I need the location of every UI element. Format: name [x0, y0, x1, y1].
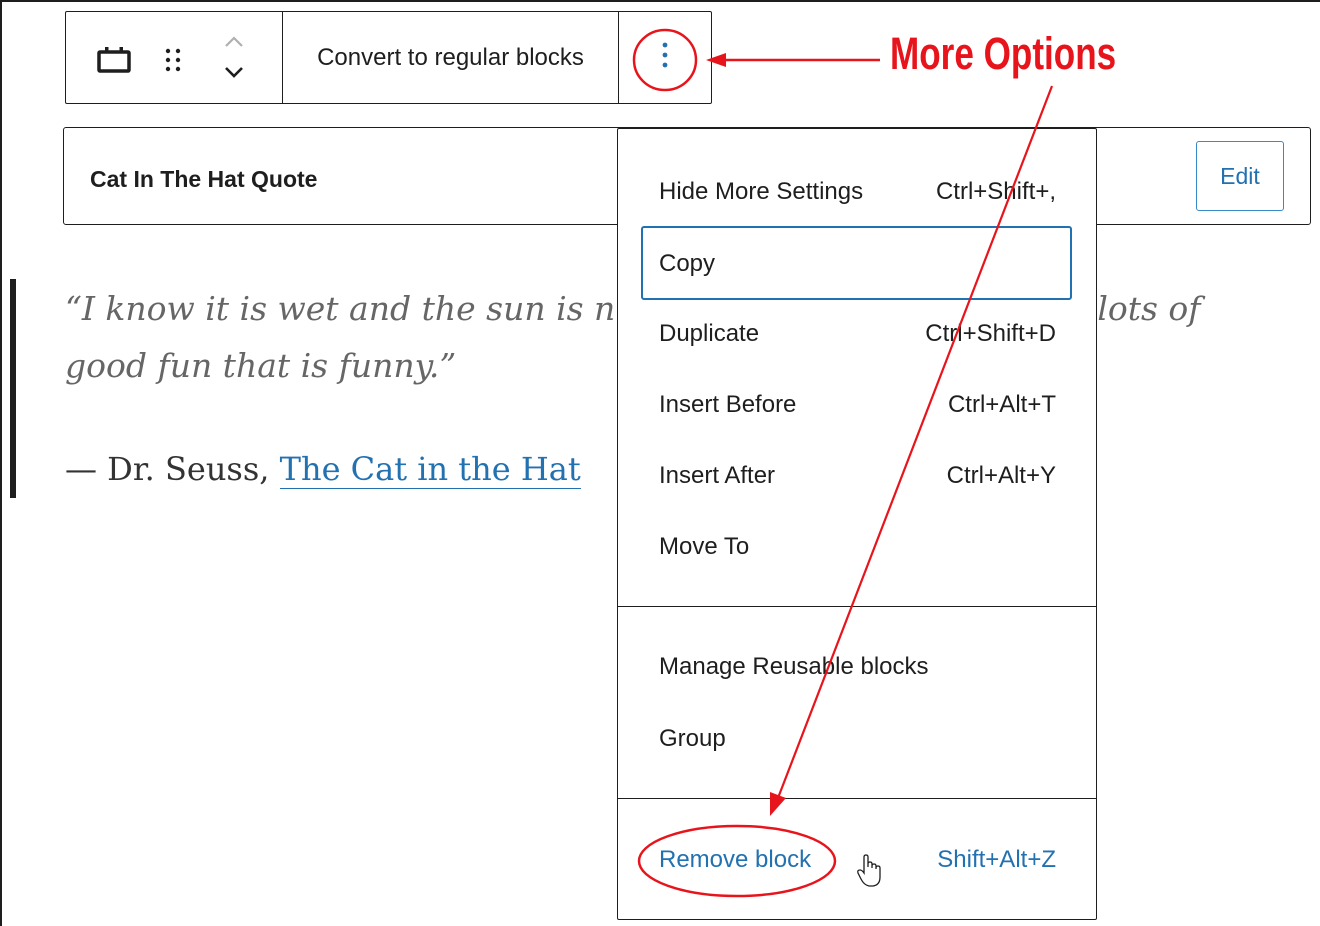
- annotation-circle-remove-block: [637, 824, 837, 898]
- hand-cursor-icon: [857, 854, 881, 887]
- annotation-arrowhead: [770, 792, 786, 816]
- annotation-arrow-to-remove-block: [776, 85, 1054, 799]
- annotation-label: More Options: [890, 28, 1117, 79]
- annotation-overlay: [632, 28, 1054, 898]
- annotation-arrowhead: [706, 53, 726, 67]
- annotation-circle-more-options: [632, 28, 698, 92]
